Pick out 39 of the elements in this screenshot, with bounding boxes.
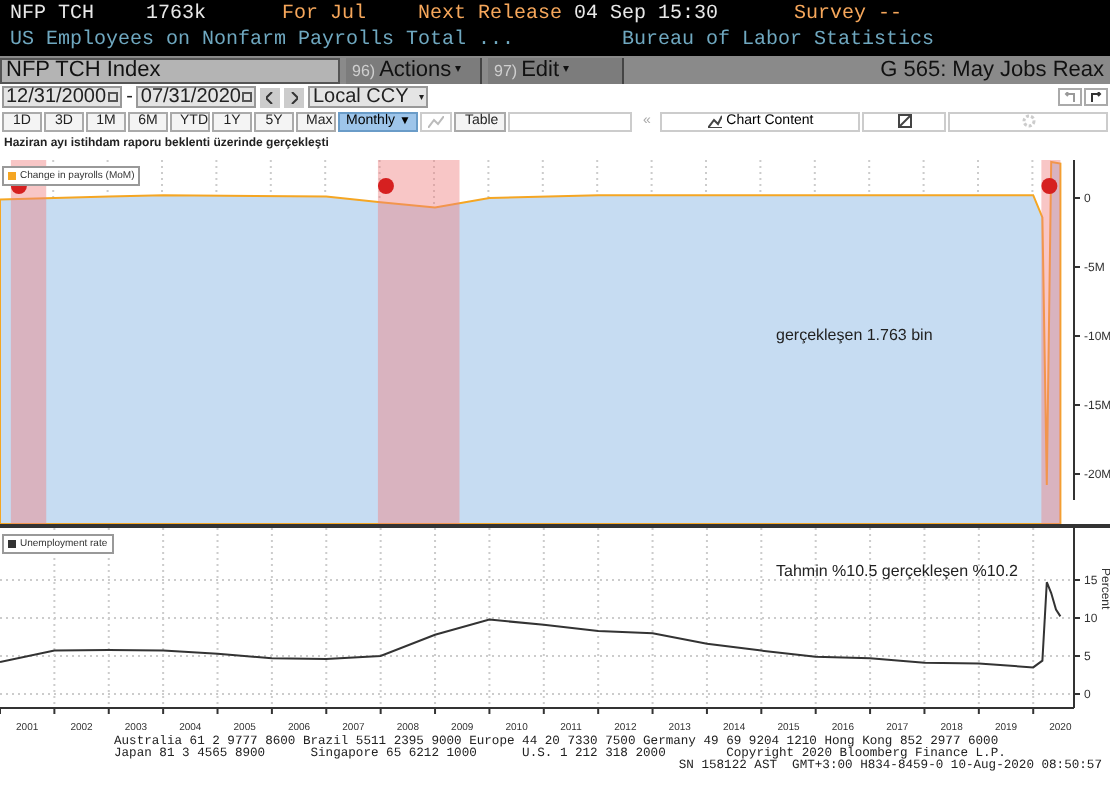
chart-settings-icon [708,114,723,128]
annotate-button[interactable] [862,111,947,131]
chart-annotation: Tahmin %10.5 gerçekleşen %10.2 [776,562,1018,580]
menu-number: 96) [352,59,376,83]
ticker: NFP TCH [10,2,97,28]
menu-number: 97) [494,59,518,83]
menu-label: Actions [379,57,452,83]
event-marker [377,178,394,194]
legend-swatch [8,540,16,548]
release-label: Next Release [418,2,563,28]
blank-field[interactable] [508,111,633,131]
period-label: For Jul [282,2,369,28]
source-name: Bureau of Labor Statistics [622,28,935,54]
line-chart-icon [428,115,445,127]
legend-swatch [8,172,16,180]
next-button[interactable] [284,87,305,107]
redo-icon [1090,92,1102,102]
page-title: G 565: May Jobs Reax [880,57,1104,83]
release-date: 04 Sep 15:30 [574,2,721,28]
chart-annotation: gerçekleşen 1.763 bin [776,326,933,344]
end-date-field[interactable]: 07/31/2020 [136,86,257,108]
security-description: US Employees on Nonfarm Payrolls Total ... [10,28,517,54]
menu-label: Edit [521,57,560,83]
start-date-field[interactable]: 12/31/2000 [2,86,123,108]
chevron-left-icon [266,91,275,103]
pencil-icon [897,114,912,128]
undo-icon [1064,92,1076,102]
previous-button[interactable] [260,87,281,107]
calendar-icon [108,92,119,102]
survey-value: -- [878,2,903,28]
security-field[interactable]: NFP TCH Index [0,57,340,83]
event-marker [1041,178,1058,194]
settings-icon [1021,114,1036,128]
date-separator: - [126,87,133,107]
survey-label: Survey [794,2,867,28]
chevron-right-icon [290,91,299,103]
redo-button[interactable] [1084,88,1108,106]
last-value: 1763k [146,2,209,28]
calendar-icon [242,92,253,102]
